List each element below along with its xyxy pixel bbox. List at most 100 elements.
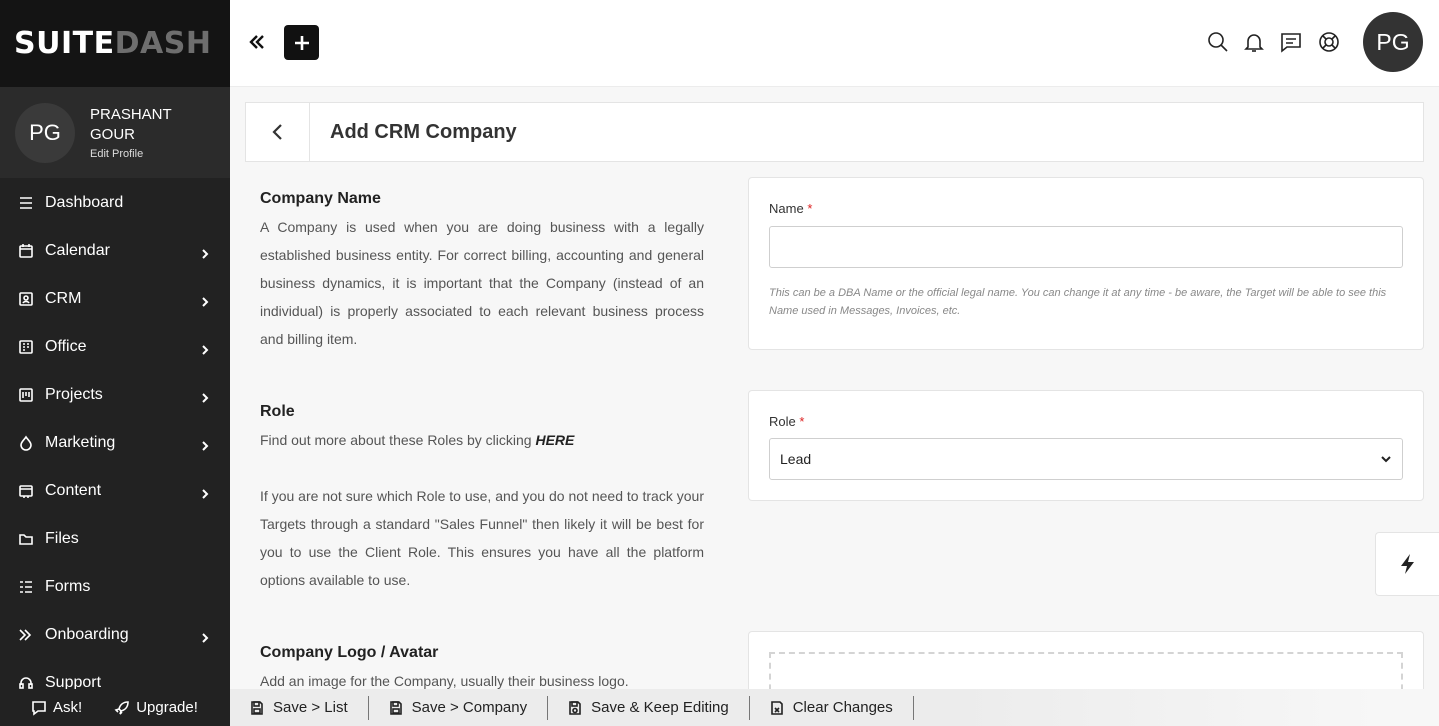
marketing-icon [17, 434, 35, 452]
role-description: Role Find out more about these Roles by … [260, 403, 704, 594]
action-label: Save & Keep Editing [591, 699, 729, 716]
name-help-text: This can be a DBA Name or the official l… [769, 287, 1387, 317]
required-mark: * [799, 414, 805, 429]
onboarding-icon [17, 626, 35, 644]
upgrade-label: Upgrade! [136, 699, 198, 716]
name-field-label: Name * [769, 201, 812, 216]
save-icon [251, 700, 263, 715]
calendar-icon [17, 242, 35, 260]
search-icon[interactable] [1206, 30, 1230, 54]
section-text: Find out more about these Roles by click… [260, 426, 704, 454]
sidebar-item-label: Content [45, 482, 102, 499]
sidebar-item-calendar[interactable]: Calendar [0, 227, 230, 275]
chevron-left-icon [271, 124, 282, 140]
back-button[interactable] [246, 103, 310, 161]
chevron-right-icon [200, 246, 210, 259]
collapse-sidebar-icon[interactable] [247, 32, 267, 52]
sidebar-item-marketing[interactable]: Marketing [0, 419, 230, 467]
sidebar-item-label: CRM [45, 290, 82, 307]
clear-icon [770, 700, 783, 715]
quick-action-button[interactable] [1375, 532, 1439, 596]
sidebar-item-dashboard[interactable]: Dashboard [0, 179, 230, 227]
ask-button[interactable]: Ask! [31, 699, 82, 716]
role-card: Role * Lead [748, 390, 1424, 501]
save-to-company-button[interactable]: Save > Company [369, 695, 549, 720]
role-field-label: Role * [769, 414, 804, 429]
folder-icon [17, 530, 35, 548]
role-selected-value: Lead [780, 451, 812, 467]
action-label: Save > Company [411, 699, 528, 716]
sidebar-item-label: Forms [45, 578, 91, 595]
sidebar-item-onboarding[interactable]: Onboarding [0, 611, 230, 659]
office-icon [17, 338, 35, 356]
menu-lines-icon [17, 194, 35, 212]
chat-bubble-icon [32, 700, 46, 716]
ask-label: Ask! [53, 699, 83, 716]
profile-name: PRASHANT GOUR [90, 106, 172, 143]
bottom-left-bar: Ask! Upgrade! [0, 689, 230, 726]
sidebar-item-label: Projects [45, 386, 103, 403]
clear-changes-button[interactable]: Clear Changes [750, 695, 914, 720]
lightning-icon [1400, 554, 1414, 574]
sidebar-item-label: Dashboard [45, 194, 124, 211]
edit-profile-link[interactable]: Edit Profile [90, 148, 200, 160]
logo-text-dash: DASH [114, 26, 212, 61]
sidebar-item-forms[interactable]: Forms [0, 563, 230, 611]
page-title: Add CRM Company [330, 120, 517, 143]
logo-bar: SUITEDASH [0, 0, 230, 87]
company-name-input[interactable] [769, 226, 1403, 268]
chevron-right-icon [200, 438, 210, 451]
sidebar-item-label: Files [45, 530, 79, 547]
action-bar: Save > List Save > Company Save & Keep E… [230, 689, 1439, 726]
sidebar-item-office[interactable]: Office [0, 323, 230, 371]
chevron-right-icon [200, 342, 210, 355]
company-name-description: Company Name A Company is used when you … [260, 190, 704, 353]
help-lifebuoy-icon[interactable] [1317, 30, 1341, 54]
section-title: Company Logo / Avatar [260, 644, 439, 661]
chevron-right-icon [200, 486, 210, 499]
save-icon [389, 700, 402, 715]
content-icon [17, 482, 35, 500]
company-logo-description: Company Logo / Avatar Add an image for t… [260, 644, 704, 695]
user-avatar[interactable]: PG [1363, 12, 1423, 72]
sidebar-item-label: Onboarding [45, 626, 129, 643]
save-icon [569, 700, 581, 715]
projects-icon [17, 386, 35, 404]
plus-icon [294, 35, 309, 50]
required-mark: * [807, 201, 813, 216]
chevron-right-icon [200, 294, 210, 307]
save-keep-editing-button[interactable]: Save & Keep Editing [548, 695, 750, 720]
sidebar-item-content[interactable]: Content [0, 467, 230, 515]
section-text: If you are not sure which Role to use, a… [260, 488, 704, 588]
sidebar-item-crm[interactable]: CRM [0, 275, 230, 323]
section-title: Company Name [260, 190, 381, 207]
chat-icon[interactable] [1279, 30, 1303, 54]
company-name-card: Name * This can be a DBA Name or the off… [748, 177, 1424, 350]
rocket-icon [114, 700, 129, 715]
top-bar: PG [230, 0, 1439, 87]
role-select[interactable]: Lead [769, 438, 1403, 480]
sidebar-nav: Dashboard Calendar CRM Office Projects M… [0, 179, 230, 707]
sidebar-item-projects[interactable]: Projects [0, 371, 230, 419]
chevron-right-icon [200, 390, 210, 403]
upgrade-button[interactable]: Upgrade! [114, 699, 198, 716]
logo-text-suite: SUITE [14, 26, 115, 61]
roles-here-link[interactable]: HERE [535, 432, 574, 448]
chevron-right-icon [200, 630, 210, 643]
action-label: Clear Changes [792, 699, 893, 716]
forms-icon [17, 578, 35, 596]
sidebar-item-label: Office [45, 338, 87, 355]
sidebar-item-label: Marketing [45, 434, 116, 451]
profile-panel: PG PRASHANT GOUR Edit Profile [0, 87, 230, 178]
profile-avatar[interactable]: PG [15, 102, 75, 163]
sidebar-item-files[interactable]: Files [0, 515, 230, 563]
action-label: Save > List [273, 699, 348, 716]
id-card-icon [17, 290, 35, 308]
bell-icon[interactable] [1242, 30, 1266, 54]
chevron-down-icon [1381, 456, 1391, 463]
section-title: Role [260, 403, 295, 420]
save-to-list-button[interactable]: Save > List [230, 695, 369, 720]
brand-logo[interactable]: SUITEDASH [14, 26, 211, 61]
add-new-button[interactable] [284, 25, 319, 60]
label-text: Name [769, 201, 804, 216]
